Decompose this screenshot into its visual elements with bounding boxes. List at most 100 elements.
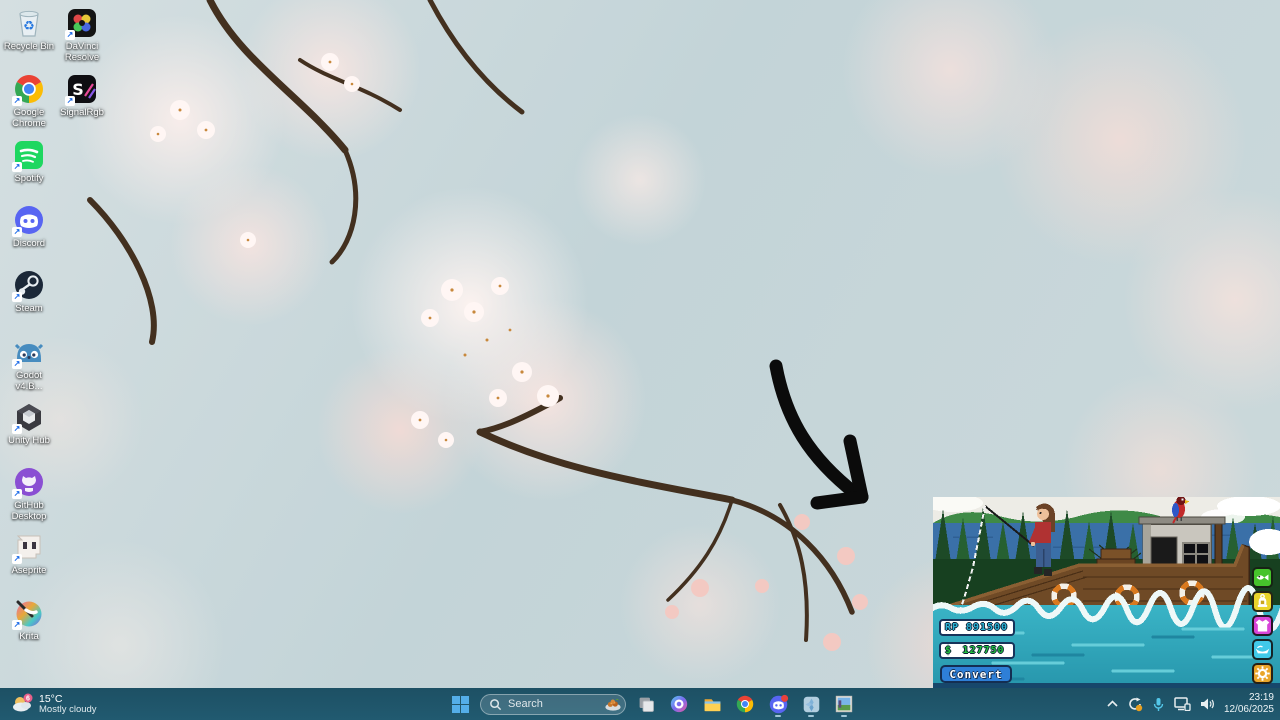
bell-button[interactable] bbox=[1252, 591, 1273, 612]
desktop-icon-label: DaVinci Resolve bbox=[56, 41, 108, 63]
aseprite-icon: ↗ bbox=[12, 530, 46, 564]
shortcut-arrow-icon: ↗ bbox=[12, 489, 22, 499]
desktop-icon-label: SignalRgb bbox=[56, 107, 108, 118]
desktop-icon-davinci-resolve[interactable]: ↗ DaVinci Resolve bbox=[56, 6, 108, 63]
svg-text:♻: ♻ bbox=[23, 19, 35, 34]
running-indicator bbox=[775, 715, 781, 718]
file-explorer-icon bbox=[702, 694, 723, 715]
copilot-icon bbox=[669, 694, 689, 714]
desktop-icon-label: Aseprite bbox=[3, 565, 55, 576]
gear-icon bbox=[1254, 665, 1271, 682]
shortcut-arrow-icon: ↗ bbox=[12, 162, 22, 172]
snip-app-icon bbox=[637, 695, 656, 714]
steam-icon: ↗ bbox=[12, 268, 46, 302]
godot-icon: ↗ bbox=[12, 335, 46, 369]
rp-label: RP bbox=[945, 622, 959, 633]
shortcut-arrow-icon: ↗ bbox=[65, 96, 75, 106]
taskbar-app-chrome[interactable] bbox=[732, 690, 758, 718]
desktop-icon-unity-hub[interactable]: ↗ Unity Hub bbox=[3, 400, 55, 446]
desktop-icon-krita[interactable]: ↗ Krita bbox=[3, 596, 55, 642]
shortcut-arrow-icon: ↗ bbox=[12, 554, 22, 564]
chevron-up-icon bbox=[1107, 700, 1118, 708]
boat-button[interactable] bbox=[1252, 639, 1273, 660]
fish-button[interactable] bbox=[1252, 567, 1273, 588]
game-side-buttons bbox=[1252, 567, 1273, 684]
taskbar-app-game-thumbnail[interactable] bbox=[831, 690, 857, 718]
krita-icon: ↗ bbox=[12, 596, 46, 630]
settings-button[interactable] bbox=[1252, 663, 1273, 684]
shortcut-arrow-icon: ↗ bbox=[12, 227, 22, 237]
recycle-bin-icon: ♻ bbox=[12, 6, 46, 40]
running-indicator bbox=[808, 715, 814, 718]
search-input[interactable]: Search bbox=[480, 694, 626, 715]
start-button[interactable] bbox=[447, 690, 473, 718]
fishing-game-window[interactable]: RP 891500 $ 127750 Convert bbox=[933, 497, 1280, 688]
taskbar-app-blue[interactable] bbox=[798, 690, 824, 718]
spotify-icon: ↗ bbox=[12, 138, 46, 172]
desktop-icon-godot[interactable]: ↗ Godot v4.B... bbox=[3, 335, 55, 392]
speaker-icon bbox=[1200, 697, 1215, 711]
desktop-icon-label: Godot v4.B... bbox=[3, 370, 55, 392]
sync-icon bbox=[1127, 696, 1143, 712]
desktop-icon-aseprite[interactable]: ↗ Aseprite bbox=[3, 530, 55, 576]
system-tray: 23:19 12/06/2025 bbox=[1107, 688, 1274, 720]
desktop-icon-recycle-bin[interactable]: ♻ Recycle Bin bbox=[3, 6, 55, 52]
desktop-icon-label: Discord bbox=[3, 238, 55, 249]
money-box: $ 127750 bbox=[939, 642, 1015, 659]
desktop-icon-google-chrome[interactable]: ↗ Google Chrome bbox=[3, 72, 55, 129]
desktop-icon-discord[interactable]: ↗ Discord bbox=[3, 203, 55, 249]
desktop-icon-spotify[interactable]: ↗ Spotify bbox=[3, 138, 55, 184]
taskbar: 6 15°C Mostly cloudy Search bbox=[0, 688, 1280, 720]
money-value: 127750 bbox=[958, 645, 1009, 656]
discord-icon bbox=[768, 694, 789, 715]
github-desktop-icon: ↗ bbox=[12, 465, 46, 499]
shirt-button[interactable] bbox=[1252, 615, 1273, 636]
desktop-icon-github-desktop[interactable]: ↗ GitHub Desktop bbox=[3, 465, 55, 522]
shortcut-arrow-icon: ↗ bbox=[12, 424, 22, 434]
widgets-weather-button[interactable]: 6 15°C Mostly cloudy bbox=[4, 688, 103, 720]
discord-icon: ↗ bbox=[12, 203, 46, 237]
weather-badge: 6 bbox=[26, 696, 30, 703]
taskbar-app-discord[interactable] bbox=[765, 690, 791, 718]
microphone-tray-icon[interactable] bbox=[1152, 697, 1165, 712]
update-sync-tray-icon[interactable] bbox=[1127, 696, 1143, 712]
clock-time: 23:19 bbox=[1224, 692, 1274, 705]
desktop-icon-label: Steam bbox=[3, 303, 55, 314]
shortcut-arrow-icon: ↗ bbox=[12, 359, 22, 369]
convert-button[interactable]: Convert bbox=[940, 665, 1012, 683]
network-tray-icon[interactable] bbox=[1174, 697, 1191, 711]
taskbar-center: Search bbox=[447, 688, 857, 720]
davinci-resolve-icon: ↗ bbox=[65, 6, 99, 40]
research-points-box: RP 891500 bbox=[939, 619, 1015, 636]
rp-value: 891500 bbox=[965, 622, 1009, 633]
game-scene bbox=[933, 497, 1280, 688]
desktop-icon-label: Google Chrome bbox=[3, 107, 55, 129]
search-icon bbox=[489, 698, 502, 711]
desktop-icon-signalrgb[interactable]: S ↗ SignalRgb bbox=[56, 72, 108, 118]
boat-icon bbox=[1254, 641, 1271, 658]
taskbar-app-file-explorer[interactable] bbox=[699, 690, 725, 718]
taskbar-clock[interactable]: 23:19 12/06/2025 bbox=[1224, 692, 1274, 717]
signalrgb-icon: S ↗ bbox=[65, 72, 99, 106]
desktop-icon-label: GitHub Desktop bbox=[3, 500, 55, 522]
shirt-icon bbox=[1254, 617, 1271, 634]
shortcut-arrow-icon: ↗ bbox=[12, 96, 22, 106]
shortcut-arrow-icon: ↗ bbox=[12, 292, 22, 302]
blue-app-icon bbox=[802, 695, 821, 714]
weather-temperature: 15°C bbox=[39, 693, 97, 705]
bell-icon bbox=[1254, 593, 1271, 610]
volume-tray-icon[interactable] bbox=[1200, 697, 1215, 711]
money-symbol: $ bbox=[945, 645, 952, 656]
search-placeholder: Search bbox=[508, 698, 598, 710]
game-thumbnail-icon bbox=[834, 694, 854, 714]
hidden-icons-button[interactable] bbox=[1107, 700, 1118, 708]
taskbar-app-snip[interactable] bbox=[633, 690, 659, 718]
ethernet-icon bbox=[1174, 697, 1191, 711]
desktop-icon-steam[interactable]: ↗ Steam bbox=[3, 268, 55, 314]
chrome-icon bbox=[735, 694, 755, 714]
chrome-icon: ↗ bbox=[12, 72, 46, 106]
desktop-icon-label: Spotify bbox=[3, 173, 55, 184]
taskbar-app-copilot[interactable] bbox=[666, 690, 692, 718]
desktop-icon-label: Recycle Bin bbox=[3, 41, 55, 52]
windows-logo-icon bbox=[452, 696, 469, 713]
